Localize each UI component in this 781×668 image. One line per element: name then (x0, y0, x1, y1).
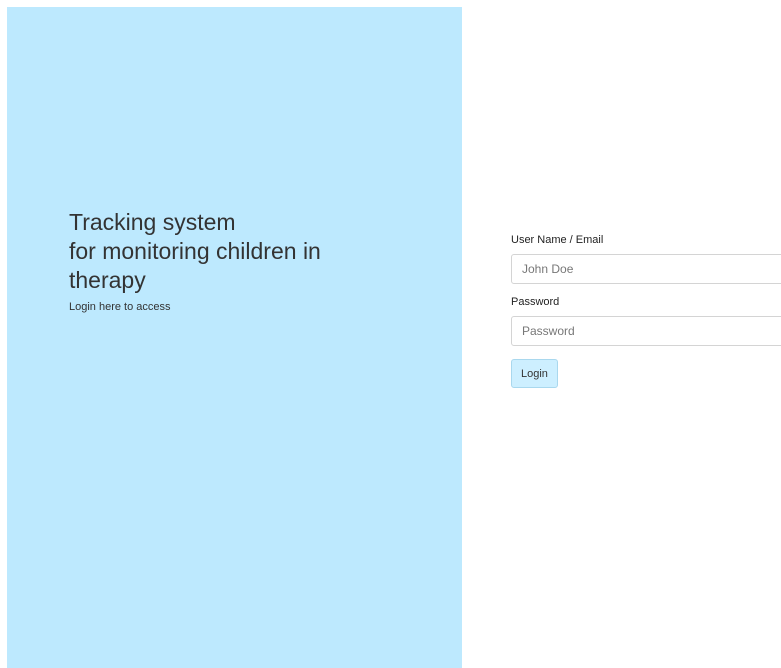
hero-title: Tracking system for monitoring children … (69, 208, 429, 295)
hero-title-line-3: therapy (69, 267, 146, 293)
username-input[interactable] (511, 254, 781, 284)
hero-subtitle: Login here to access (69, 301, 171, 313)
login-form: User Name / Email Password Login (511, 233, 781, 388)
login-panel: User Name / Email Password Login (462, 7, 781, 668)
hero-title-line-1: Tracking system (69, 209, 236, 235)
login-button[interactable]: Login (511, 359, 558, 388)
password-field-group: Password (511, 295, 781, 346)
password-label: Password (511, 296, 560, 308)
password-input[interactable] (511, 316, 781, 346)
login-page: Tracking system for monitoring children … (0, 0, 781, 668)
hero-content: Tracking system for monitoring children … (69, 208, 429, 314)
hero-panel: Tracking system for monitoring children … (7, 7, 462, 668)
hero-title-line-2: for monitoring children in (69, 238, 321, 264)
username-field-group: User Name / Email (511, 233, 781, 284)
username-label: User Name / Email (511, 234, 604, 246)
